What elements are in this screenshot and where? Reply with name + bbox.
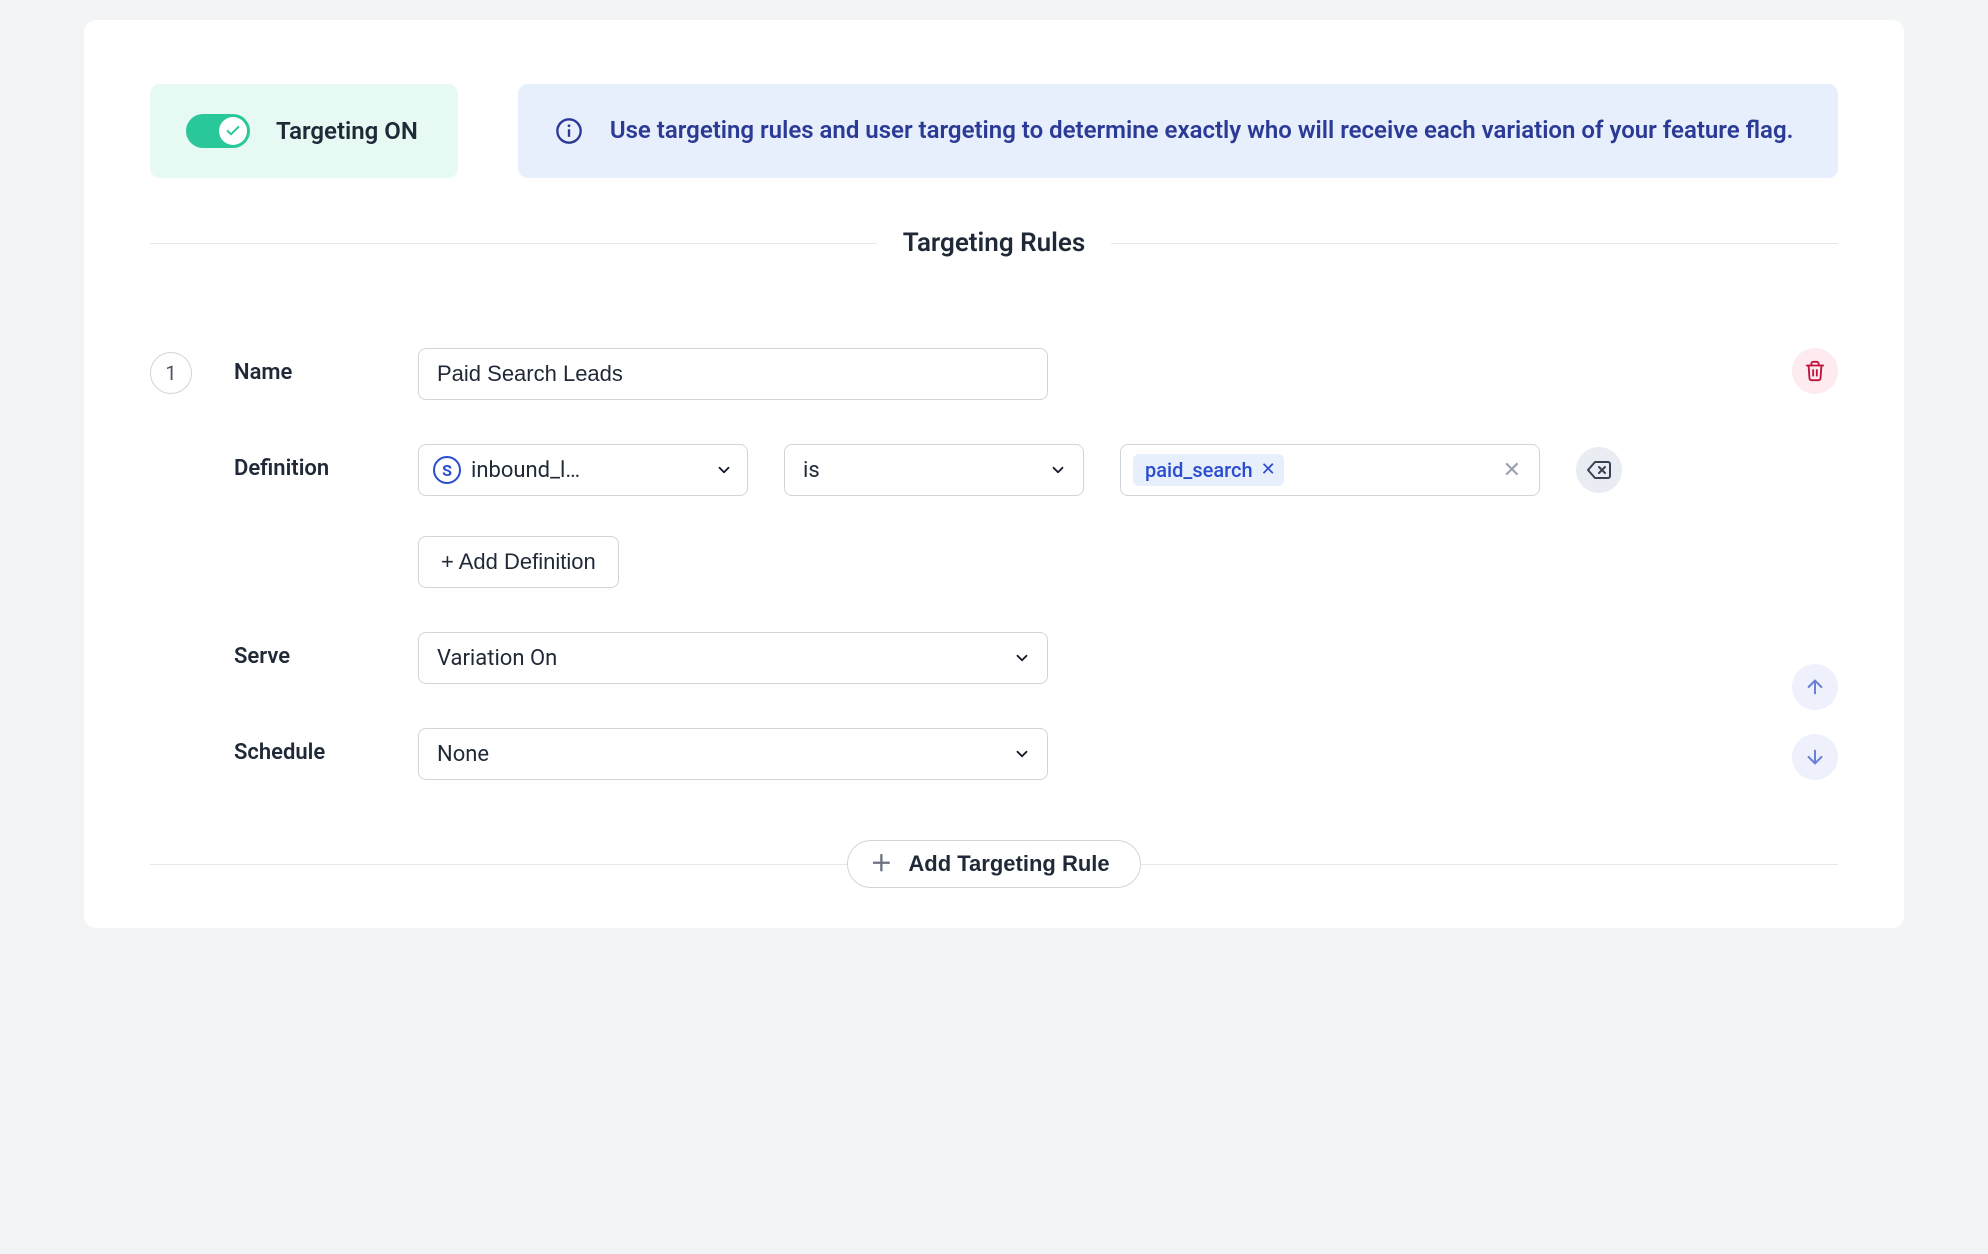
reorder-controls xyxy=(1778,664,1838,780)
add-targeting-rule-button[interactable]: ＋ Add Targeting Rule xyxy=(847,840,1140,888)
rule-name-input[interactable] xyxy=(418,348,1048,400)
schedule-select[interactable]: None xyxy=(418,728,1048,780)
info-icon xyxy=(554,116,584,146)
remove-tag-button[interactable]: ✕ xyxy=(1261,461,1276,479)
targeting-toggle[interactable] xyxy=(186,114,250,148)
definition-controls: S inbound_l… is paid_search ✕ ✕ xyxy=(418,444,1754,588)
chevron-down-icon xyxy=(1049,461,1067,479)
check-icon xyxy=(225,123,241,139)
delete-cell xyxy=(1778,348,1838,394)
rule-number: 1 xyxy=(150,352,192,394)
targeting-toggle-label: Targeting ON xyxy=(276,117,418,145)
operator-value: is xyxy=(803,458,820,483)
schedule-controls: None xyxy=(418,728,1754,780)
definition-label: Definition xyxy=(234,444,394,481)
serve-controls: Variation On xyxy=(418,632,1754,684)
targeting-card: Targeting ON Use targeting rules and use… xyxy=(84,20,1904,928)
serve-select[interactable]: Variation On xyxy=(418,632,1048,684)
add-definition-button[interactable]: + Add Definition xyxy=(418,536,619,588)
remove-definition-button[interactable] xyxy=(1576,447,1622,493)
attribute-select[interactable]: S inbound_l… xyxy=(418,444,748,496)
footer-row: ＋ Add Targeting Rule xyxy=(150,840,1838,888)
chevron-down-icon xyxy=(715,461,733,479)
info-banner-text: Use targeting rules and user targeting t… xyxy=(610,114,1794,148)
schedule-label: Schedule xyxy=(234,728,394,765)
info-banner: Use targeting rules and user targeting t… xyxy=(518,84,1838,178)
name-controls xyxy=(418,348,1754,400)
backspace-icon xyxy=(1587,458,1611,482)
name-label: Name xyxy=(234,348,394,385)
rule-number-cell: 1 xyxy=(150,348,210,394)
move-down-button[interactable] xyxy=(1792,734,1838,780)
plus-icon: ＋ xyxy=(870,853,892,875)
arrow-down-icon xyxy=(1804,746,1826,768)
operator-select[interactable]: is xyxy=(784,444,1084,496)
string-type-icon: S xyxy=(433,456,461,484)
value-tag-input[interactable]: paid_search ✕ ✕ xyxy=(1120,444,1540,496)
clear-tags-button[interactable]: ✕ xyxy=(1497,454,1527,487)
section-heading: Targeting Rules xyxy=(877,228,1111,258)
serve-value: Variation On xyxy=(437,646,557,671)
schedule-value: None xyxy=(437,742,489,767)
move-up-button[interactable] xyxy=(1792,664,1838,710)
attribute-value: inbound_l… xyxy=(471,458,705,483)
section-heading-row: Targeting Rules xyxy=(150,228,1838,258)
delete-rule-button[interactable] xyxy=(1792,348,1838,394)
add-definition-label: + Add Definition xyxy=(441,549,596,575)
arrow-up-icon xyxy=(1804,676,1826,698)
value-tag: paid_search ✕ xyxy=(1133,454,1284,486)
chevron-down-icon xyxy=(1013,649,1031,667)
value-tag-text: paid_search xyxy=(1145,458,1253,482)
toggle-handle xyxy=(219,117,247,145)
trash-icon xyxy=(1804,360,1826,382)
definition-row: S inbound_l… is paid_search ✕ ✕ xyxy=(418,444,1754,496)
targeting-status-box: Targeting ON xyxy=(150,84,458,178)
header-row: Targeting ON Use targeting rules and use… xyxy=(150,84,1838,178)
serve-label: Serve xyxy=(234,632,394,669)
chevron-down-icon xyxy=(1013,745,1031,763)
rule-block: 1 Name Definition S inbound_l… is xyxy=(150,348,1838,780)
add-rule-label: Add Targeting Rule xyxy=(908,851,1109,877)
